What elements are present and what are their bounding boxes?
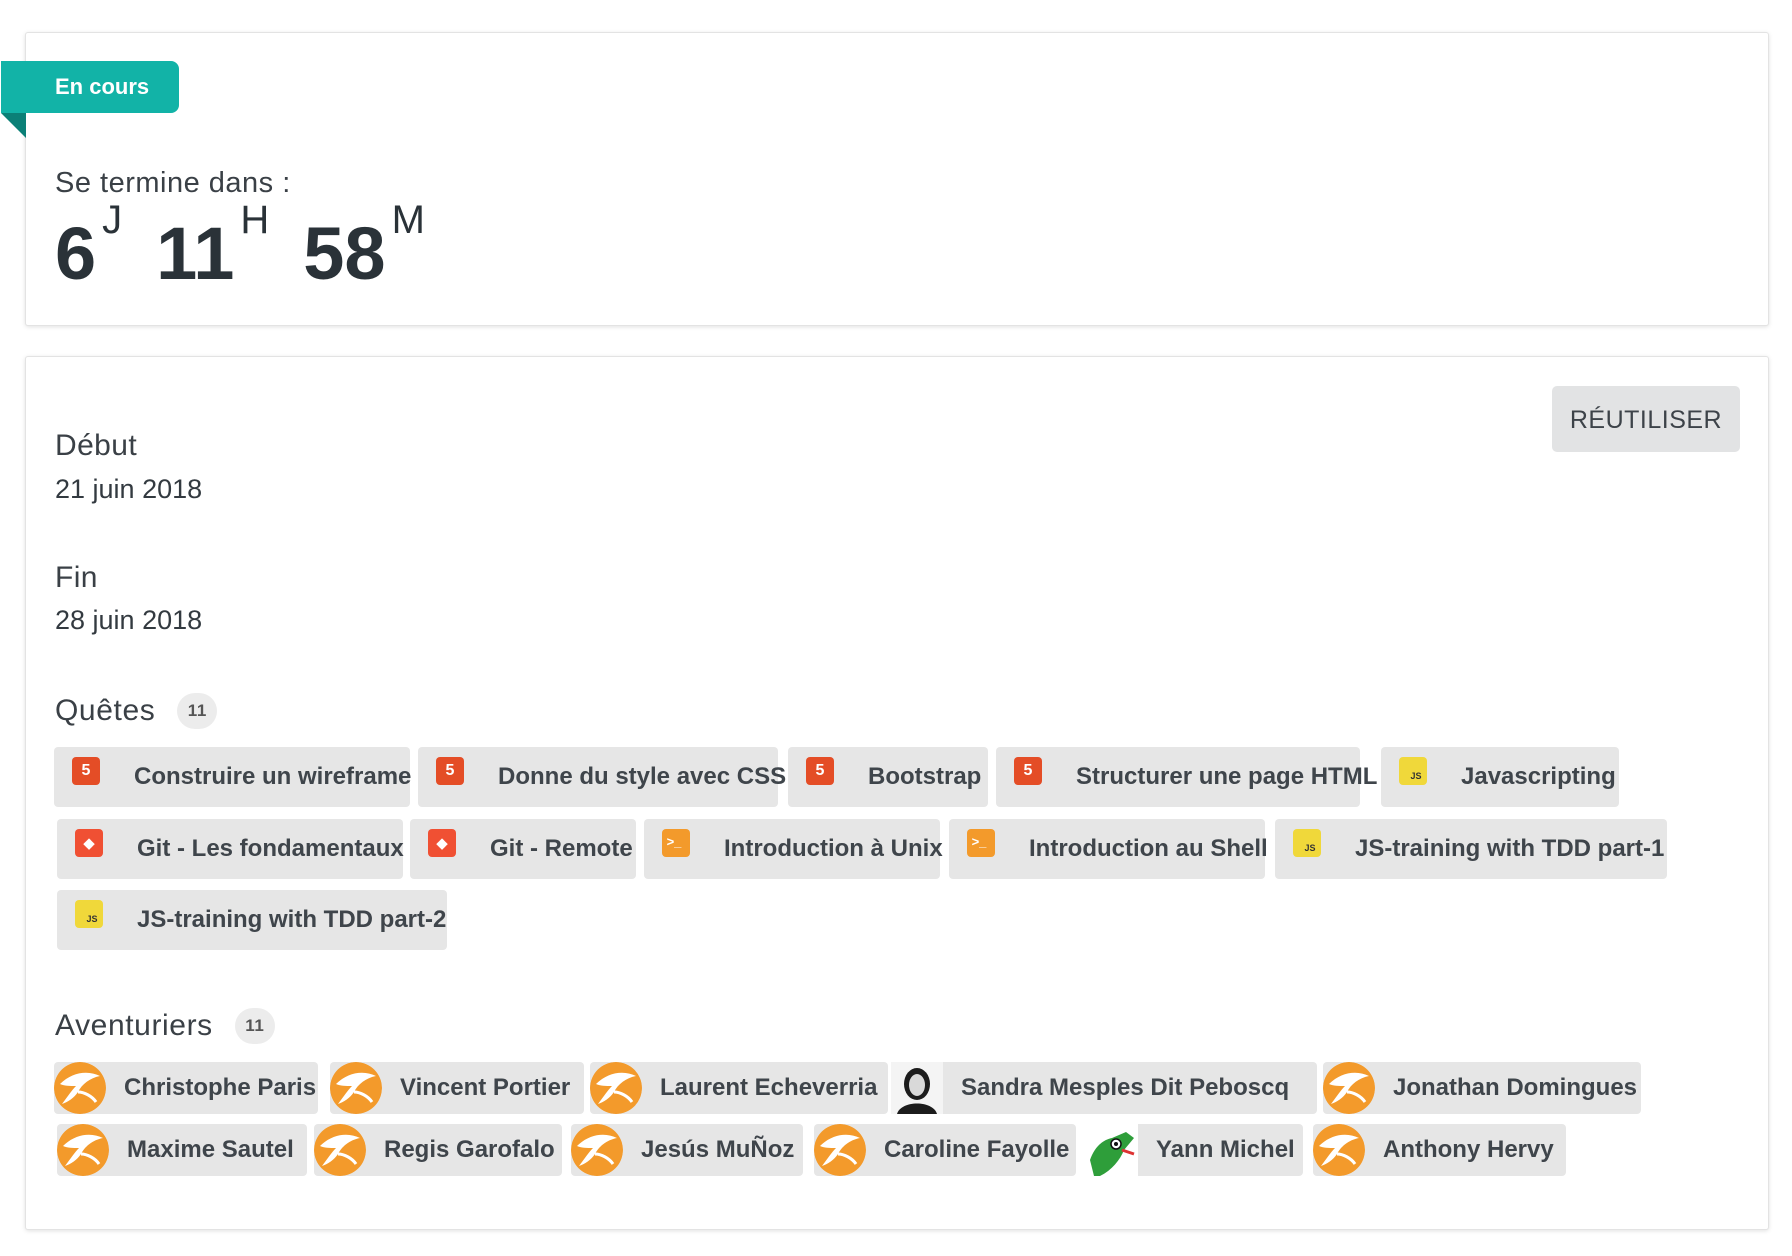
quest-chip[interactable]: >_ Introduction au Shell: [949, 819, 1268, 879]
quest-chip[interactable]: JS JS-training with TDD part-2: [57, 890, 447, 950]
quest-chip[interactable]: 5 Donne du style avec CSS: [418, 747, 786, 807]
default-avatar-icon: [1313, 1124, 1365, 1176]
adventurer-chip[interactable]: Yann Michel: [1086, 1124, 1303, 1176]
js-icon: JS: [1399, 757, 1427, 785]
js-icon: JS: [75, 900, 103, 928]
status-badge: En cours: [1, 61, 180, 113]
quest-chip[interactable]: JS JS-training with TDD part-1: [1275, 819, 1667, 879]
adventurer-name: Regis Garofalo: [384, 1136, 555, 1163]
end-date: 28 juin 2018: [55, 605, 203, 635]
photo-avatar: [891, 1062, 943, 1114]
quests-count-badge: 11: [177, 693, 218, 729]
quest-label: JS-training with TDD part-1: [1355, 835, 1665, 862]
status-card: En cours Se termine dans : 6 J 11 H 58 M: [1, 32, 1769, 326]
adventurer-name: Jesús MuÑoz: [641, 1136, 795, 1163]
default-avatar-icon: [57, 1124, 109, 1176]
quest-chip[interactable]: ◆ Git - Les fondamentaux: [57, 819, 404, 879]
js-icon: JS: [1293, 829, 1321, 857]
adventurer-chip[interactable]: Vincent Portier: [330, 1062, 584, 1114]
adventurer-chip[interactable]: Anthony Hervy: [1313, 1124, 1566, 1176]
adventurer-chip[interactable]: Maxime Sautel: [57, 1124, 307, 1176]
adventurer-name: Christophe Paris: [124, 1074, 317, 1101]
quest-label: Construire un wireframe: [134, 763, 412, 790]
quest-chip[interactable]: ◆ Git - Remote: [410, 819, 636, 879]
countdown-days: 6: [55, 212, 97, 295]
quests-title-text: Quêtes: [55, 694, 156, 727]
adventurer-chip[interactable]: Sandra Mesples Dit Peboscq: [891, 1062, 1317, 1114]
quest-label: Git - Remote: [490, 835, 633, 862]
adventurer-name: Vincent Portier: [400, 1074, 571, 1101]
adventurer-chip[interactable]: Regis Garofalo: [314, 1124, 562, 1176]
adventurer-chip[interactable]: Jesús MuÑoz: [571, 1124, 803, 1176]
default-avatar-icon: [1323, 1062, 1375, 1114]
adventurer-chip[interactable]: Laurent Echeverria: [590, 1062, 888, 1114]
terminal-icon: >_: [662, 829, 690, 857]
quest-chip[interactable]: >_ Introduction à Unix: [644, 819, 943, 879]
quests-title: Quêtes 11: [55, 693, 218, 729]
ribbon-fold: [1, 113, 26, 138]
ends-in-label: Se termine dans :: [55, 167, 291, 199]
html5-icon: 5: [72, 757, 100, 785]
adventurers-title: Aventuriers 11: [55, 1008, 275, 1044]
html5-icon: 5: [436, 757, 464, 785]
git-icon: ◆: [428, 829, 456, 857]
adventurer-name: Yann Michel: [1156, 1136, 1295, 1163]
quest-label: Git - Les fondamentaux: [137, 835, 404, 862]
start-date: 21 juin 2018: [55, 474, 203, 504]
default-avatar-icon: [54, 1062, 106, 1114]
quest-chip[interactable]: JS Javascripting: [1381, 747, 1619, 807]
reuse-button[interactable]: RÉUTILISER: [1552, 386, 1740, 452]
countdown: 6 J 11 H 58 M: [55, 198, 425, 296]
adventurer-name: Anthony Hervy: [1383, 1136, 1554, 1163]
quest-chip[interactable]: 5 Structurer une page HTML: [996, 747, 1377, 807]
quest-label: Structurer une page HTML: [1076, 763, 1378, 790]
adventurers-count-badge: 11: [234, 1008, 275, 1044]
default-avatar-icon: [571, 1124, 623, 1176]
start-label: Début: [55, 429, 138, 462]
adventurers-title-text: Aventuriers: [55, 1009, 213, 1042]
quest-chip[interactable]: 5 Construire un wireframe: [54, 747, 412, 807]
quest-label: Donne du style avec CSS: [498, 763, 787, 790]
default-avatar-icon: [330, 1062, 382, 1114]
quest-label: Javascripting: [1461, 763, 1616, 790]
countdown-hours: 11: [156, 212, 235, 295]
default-avatar-icon: [590, 1062, 642, 1114]
end-label: Fin: [55, 561, 98, 594]
adventurer-name: Laurent Echeverria: [660, 1074, 878, 1101]
adventurer-chip[interactable]: Caroline Fayolle: [814, 1124, 1076, 1176]
countdown-days-unit: J: [102, 198, 123, 243]
quest-label: Introduction à Unix: [724, 835, 943, 862]
html5-icon: 5: [1014, 757, 1042, 785]
quest-chip[interactable]: 5 Bootstrap: [788, 747, 988, 807]
session-card: RÉUTILISER Début 21 juin 2018 Fin 28 jui…: [25, 356, 1769, 1230]
countdown-minutes-unit: M: [391, 198, 425, 243]
countdown-minutes: 58: [303, 212, 386, 295]
adventurer-name: Caroline Fayolle: [884, 1136, 1070, 1163]
adventurer-name: Sandra Mesples Dit Peboscq: [961, 1074, 1290, 1101]
adventurer-chip[interactable]: Christophe Paris: [54, 1062, 318, 1114]
default-avatar-icon: [814, 1124, 866, 1176]
quest-label: Bootstrap: [868, 763, 982, 790]
terminal-icon: >_: [967, 829, 995, 857]
quest-label: Introduction au Shell: [1029, 835, 1268, 862]
countdown-hours-unit: H: [240, 198, 270, 243]
adventurer-chip[interactable]: Jonathan Domingues: [1323, 1062, 1641, 1114]
git-icon: ◆: [75, 829, 103, 857]
quest-label: JS-training with TDD part-2: [137, 906, 447, 933]
html5-icon: 5: [806, 757, 834, 785]
default-avatar-icon: [314, 1124, 366, 1176]
adventurer-name: Maxime Sautel: [127, 1136, 294, 1163]
adventurer-name: Jonathan Domingues: [1393, 1074, 1638, 1101]
cartoon-avatar: [1086, 1124, 1138, 1176]
